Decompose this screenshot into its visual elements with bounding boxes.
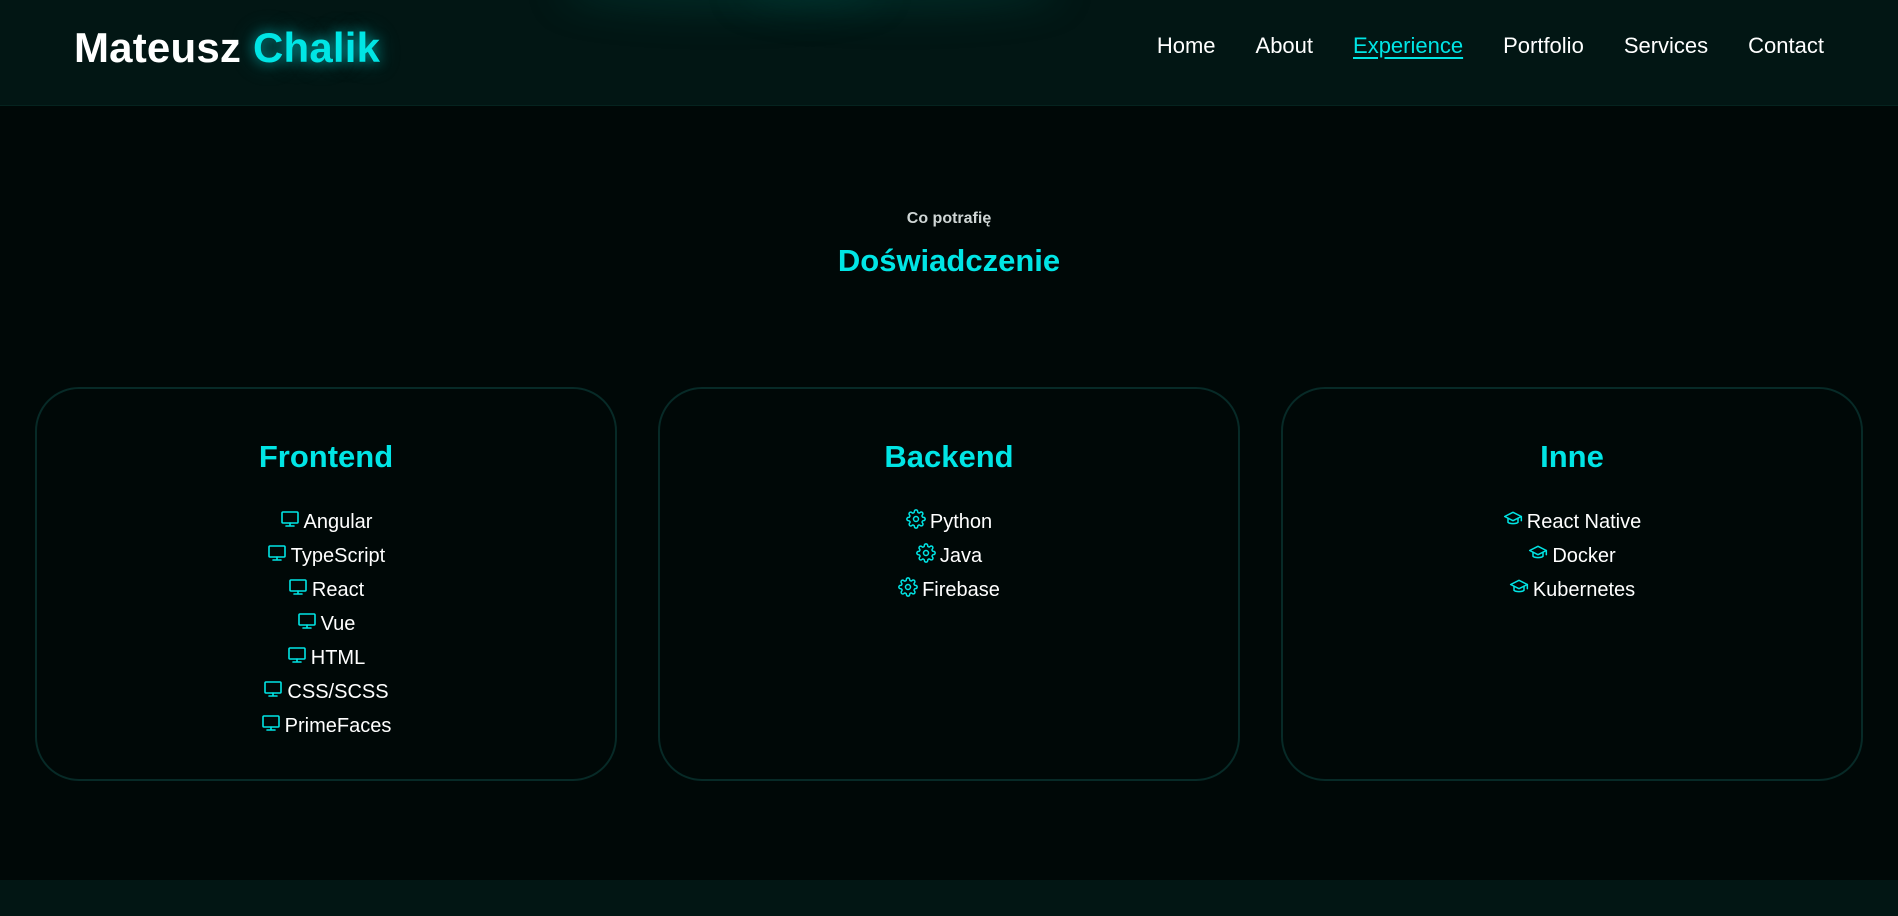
footer-band (0, 880, 1898, 916)
gear-icon (916, 543, 936, 563)
skill-label: Python (929, 510, 993, 533)
monitor-icon (287, 645, 307, 665)
graduation-cap-icon (1528, 543, 1548, 563)
nav-contact[interactable]: Contact (1748, 33, 1824, 59)
skill-list: Python Java Firebase (660, 505, 1238, 607)
graduation-cap-icon (1503, 509, 1523, 529)
monitor-icon (261, 713, 281, 733)
skill-item: TypeScript (37, 539, 615, 573)
skill-item: Angular (37, 505, 615, 539)
gear-icon (906, 509, 926, 529)
card-frontend: Frontend Angular TypeScript React Vue HTML CS… (35, 387, 617, 781)
logo-last-name: Chalik (252, 24, 381, 71)
graduation-cap-icon (1509, 577, 1529, 597)
section-subtitle: Co potrafię (906, 210, 992, 227)
section-title: Doświadczenie (837, 243, 1061, 278)
skill-label: PrimeFaces (284, 714, 392, 737)
skill-label: Firebase (922, 578, 1000, 601)
skill-item: Kubernetes (1283, 573, 1861, 607)
gear-icon (898, 577, 918, 597)
card-backend: Backend Python Java Firebase (658, 387, 1240, 781)
card-title: Backend (884, 439, 1014, 474)
site-header: Mateusz Chalik Home About Experience Por… (0, 0, 1898, 106)
monitor-icon (267, 543, 287, 563)
skill-item: PrimeFaces (37, 709, 615, 743)
skill-label: Kubernetes (1532, 578, 1636, 601)
skill-label: Java (939, 544, 983, 567)
skill-item: HTML (37, 641, 615, 675)
skill-item: Vue (37, 607, 615, 641)
card-title: Inne (1540, 439, 1604, 474)
nav-home[interactable]: Home (1157, 33, 1216, 59)
monitor-icon (280, 509, 300, 529)
skill-label: Docker (1552, 544, 1616, 567)
skill-label: Vue (320, 612, 356, 635)
card-inne: Inne React Native Docker Kubernetes (1281, 387, 1863, 781)
monitor-icon (263, 679, 283, 699)
skill-list: React Native Docker Kubernetes (1283, 505, 1861, 607)
skill-label: CSS/SCSS (287, 680, 389, 703)
skill-label: Angular (303, 510, 373, 533)
skill-item: CSS/SCSS (37, 675, 615, 709)
main-nav: Home About Experience Portfolio Services… (1117, 33, 1824, 59)
skill-label: React (311, 578, 365, 601)
skill-item: React (37, 573, 615, 607)
skill-item: Docker (1283, 539, 1861, 573)
skill-list: Angular TypeScript React Vue HTML CSS/SCSS Pri… (37, 505, 615, 743)
skill-label: TypeScript (290, 544, 386, 567)
monitor-icon (288, 577, 308, 597)
skill-label: React Native (1526, 510, 1642, 533)
logo-first-name: Mateusz (74, 24, 242, 71)
nav-portfolio[interactable]: Portfolio (1503, 33, 1584, 59)
nav-about[interactable]: About (1256, 33, 1314, 59)
skill-item: Python (660, 505, 1238, 539)
nav-experience[interactable]: Experience (1353, 33, 1463, 59)
site-logo[interactable]: Mateusz Chalik (74, 24, 380, 72)
skill-item: Firebase (660, 573, 1238, 607)
card-title: Frontend (258, 439, 394, 474)
skill-item: React Native (1283, 505, 1861, 539)
monitor-icon (297, 611, 317, 631)
nav-services[interactable]: Services (1624, 33, 1708, 59)
skill-item: Java (660, 539, 1238, 573)
skill-label: HTML (310, 646, 366, 669)
